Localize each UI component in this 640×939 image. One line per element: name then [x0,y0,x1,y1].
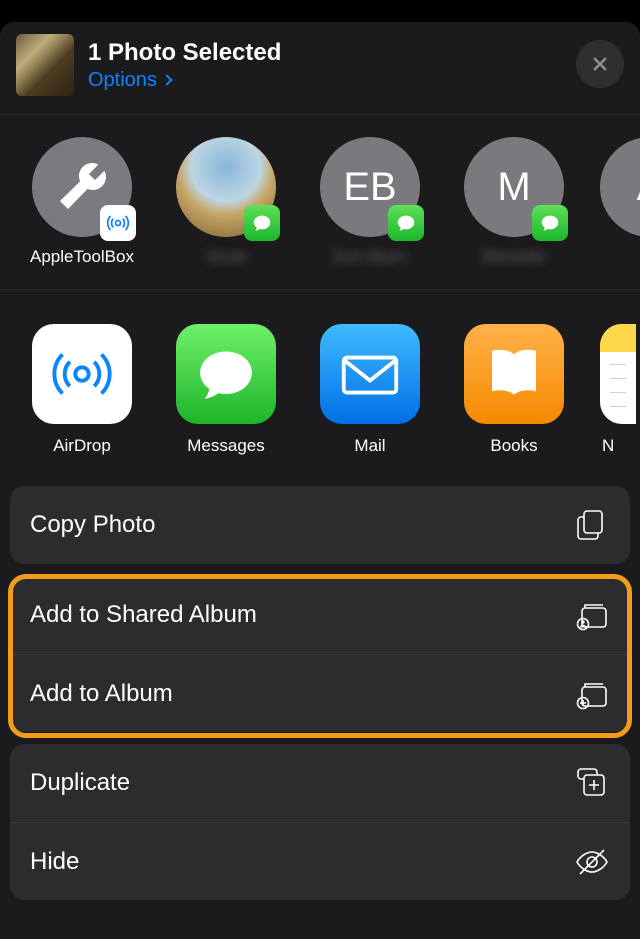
album-icon [574,676,610,712]
contact-item[interactable]: A [600,137,636,267]
avatar: A [600,137,640,237]
shared-album-icon [574,597,610,633]
app-airdrop[interactable]: AirDrop [24,324,140,456]
app-books[interactable]: Books [456,324,572,456]
app-label: Mail [312,436,428,456]
apps-row[interactable]: AirDrop Messages Mail Books N [0,290,640,486]
contact-label: Scott [168,247,284,267]
messages-icon [176,324,276,424]
share-sheet: 1 Photo Selected Options [0,22,640,939]
action-group: Copy Photo [10,486,630,564]
app-messages[interactable]: Messages [168,324,284,456]
duplicate-action[interactable]: Duplicate [10,744,630,822]
action-group: Add to Shared Album Add to Album [10,576,630,732]
app-label: Books [456,436,572,456]
app-notes[interactable]: N [600,324,636,456]
action-group: Duplicate Hide [10,744,630,900]
messages-badge-icon [532,205,568,241]
action-label: Add to Album [30,680,173,708]
app-mail[interactable]: Mail [312,324,428,456]
header-text: 1 Photo Selected Options [88,39,281,92]
action-label: Copy Photo [30,511,155,539]
contact-item[interactable]: Scott [168,137,284,267]
close-icon [590,54,610,74]
app-label: Messages [168,436,284,456]
mail-icon [320,324,420,424]
add-album-action[interactable]: Add to Album [10,654,630,732]
contact-item[interactable]: EB Erin Barn [312,137,428,267]
add-shared-album-action[interactable]: Add to Shared Album [10,576,630,654]
app-label: N [600,436,636,456]
actions-list: Copy Photo Add to Shared Album Add to Al… [0,486,640,900]
action-label: Add to Shared Album [30,601,257,629]
notes-icon [600,324,636,424]
app-label: AirDrop [24,436,140,456]
airdrop-badge-icon [100,205,136,241]
options-label: Options [88,69,157,92]
copy-photo-action[interactable]: Copy Photo [10,486,630,564]
contact-label: Erin Barn [312,247,428,267]
header-title: 1 Photo Selected [88,39,281,67]
duplicate-icon [574,765,610,801]
action-label: Hide [30,848,79,876]
options-link[interactable]: Options [88,69,281,92]
messages-badge-icon [388,205,424,241]
messages-badge-icon [244,205,280,241]
contacts-row[interactable]: AppleToolBox Scott EB Erin Barn M [0,115,640,289]
contact-item[interactable]: M Michelle [456,137,572,267]
books-icon [464,324,564,424]
action-label: Duplicate [30,769,130,797]
hide-icon [574,844,610,880]
airdrop-icon [32,324,132,424]
contact-label: AppleToolBox [24,247,140,267]
close-button[interactable] [576,40,624,88]
contact-appletoolbox[interactable]: AppleToolBox [24,137,140,267]
copy-icon [574,507,610,543]
hide-action[interactable]: Hide [10,822,630,900]
chevron-right-icon [161,74,172,85]
contact-label: Michelle [456,247,572,267]
photo-thumbnail [16,34,74,96]
share-header: 1 Photo Selected Options [0,22,640,114]
